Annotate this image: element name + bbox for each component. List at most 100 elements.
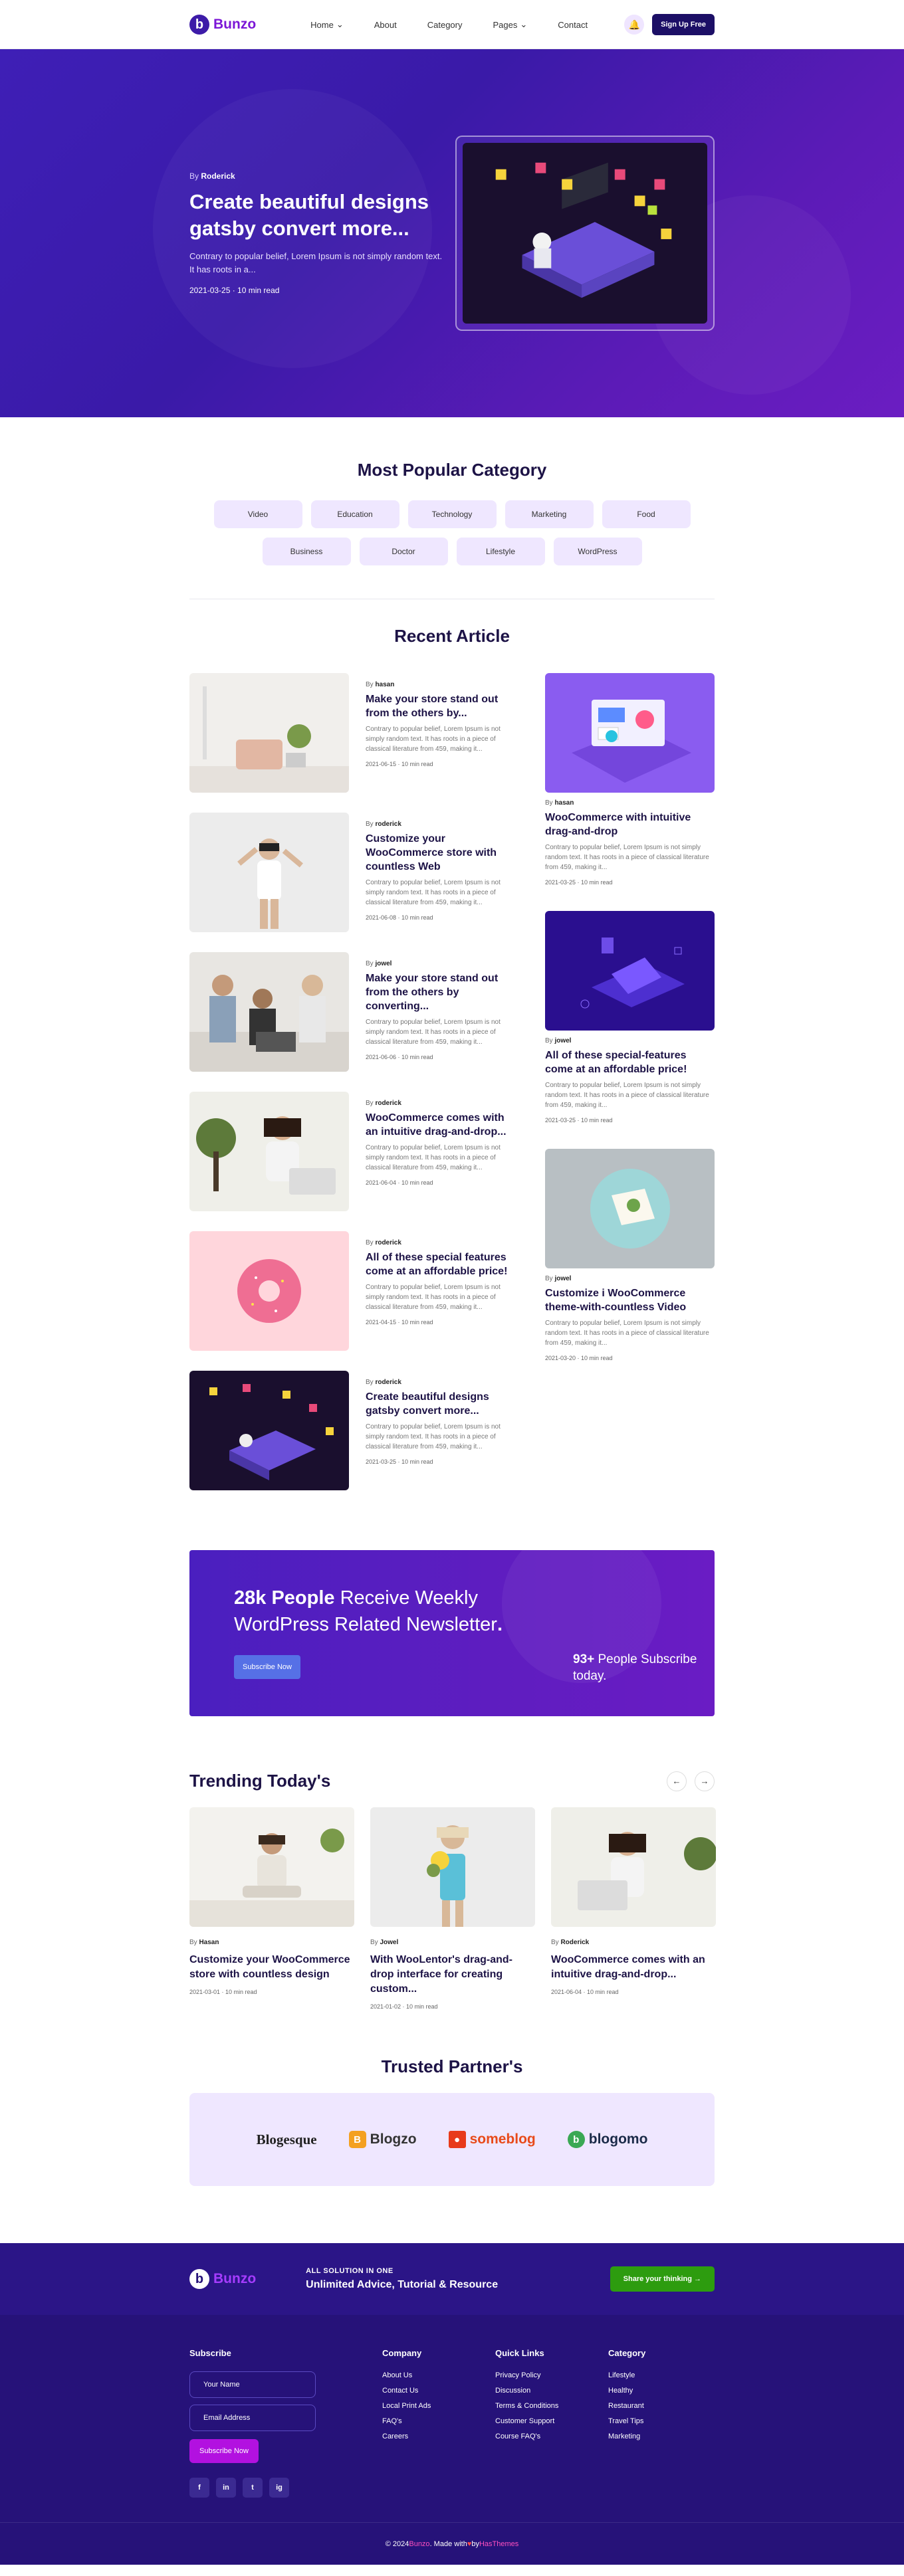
footer-link[interactable]: Customer Support (495, 2417, 608, 2425)
article-author: By roderick (366, 821, 401, 828)
partner-logo[interactable]: ● someblog (448, 2131, 536, 2148)
footer-link[interactable]: Marketing (608, 2432, 645, 2440)
trending-title-text[interactable]: With WooLentor's drag-and-drop interface… (370, 1953, 535, 1997)
footer-link[interactable]: Healthy (608, 2387, 645, 2395)
logo[interactable]: b Bunzo (189, 15, 256, 35)
article-author: By jowel (366, 960, 392, 967)
article-title[interactable]: Make your store stand out from the other… (366, 692, 515, 720)
article-image[interactable] (189, 813, 349, 932)
article-card[interactable]: By jowel Customize i WooCommerce theme-w… (545, 1149, 715, 1361)
partner-logo[interactable]: B Blogzo (348, 2131, 417, 2148)
article-meta: 2021-06-06 · 10 min read (366, 1054, 433, 1060)
article-excerpt: Contrary to popular belief, Lorem Ipsum … (545, 844, 709, 871)
email-input[interactable]: Email Address (189, 2405, 316, 2431)
hero-title[interactable]: Create beautiful designs gatsby convert … (189, 189, 449, 242)
category-lifestyle[interactable]: Lifestyle (456, 538, 545, 565)
name-input[interactable]: Your Name (189, 2371, 316, 2398)
article-title[interactable]: Create beautiful designs gatsby convert … (366, 1390, 515, 1418)
article-card[interactable]: By hasan Make your store stand out from … (189, 673, 515, 793)
footer-link[interactable]: Course FAQ's (495, 2432, 608, 2440)
nav-category[interactable]: Category (427, 19, 463, 30)
nav-contact[interactable]: Contact (558, 19, 588, 30)
article-image[interactable] (189, 1231, 349, 1351)
trending-title-text[interactable]: Customize your WooCommerce store with co… (189, 1953, 354, 1982)
category-technology[interactable]: Technology (407, 500, 497, 528)
article-title[interactable]: Customize i WooCommerce theme-with-count… (545, 1286, 715, 1314)
trending-card[interactable]: By Hasan Customize your WooCommerce stor… (189, 1807, 354, 2010)
footer-link[interactable]: FAQ's (382, 2417, 495, 2425)
category-heading: Category (608, 2348, 646, 2358)
twitter-icon[interactable]: t (243, 2478, 263, 2498)
category-doctor[interactable]: Doctor (359, 538, 448, 565)
nav-home[interactable]: Home ⌄ (310, 19, 344, 30)
article-card[interactable]: By roderick Customize your WooCommerce s… (189, 813, 515, 932)
article-title[interactable]: WooCommerce with intuitive drag-and-drop (545, 811, 715, 839)
footer-subscribe-button[interactable]: Subscribe Now (189, 2439, 259, 2463)
footer-link[interactable]: Discussion (495, 2387, 608, 2395)
footer-link[interactable]: Lifestyle (608, 2371, 645, 2379)
category-business[interactable]: Business (262, 538, 351, 565)
footer-link[interactable]: Privacy Policy (495, 2371, 608, 2379)
subscribe-now-button[interactable]: Subscribe Now (234, 1655, 300, 1679)
signup-button[interactable]: Sign Up Free (652, 14, 715, 35)
hero-section: By Roderick Create beautiful designs gat… (0, 49, 904, 417)
facebook-icon[interactable]: f (189, 2478, 209, 2498)
article-image[interactable] (189, 1092, 349, 1211)
partner-logo[interactable]: Blogesque (257, 2131, 317, 2148)
footer-link[interactable]: Terms & Conditions (495, 2402, 608, 2410)
footer-link[interactable]: About Us (382, 2371, 495, 2379)
article-author: By jowel (545, 1275, 572, 1282)
category-food[interactable]: Food (602, 500, 691, 528)
article-card[interactable]: By hasan WooCommerce with intuitive drag… (545, 673, 715, 886)
article-image[interactable] (545, 1149, 715, 1268)
article-title[interactable]: Make your store stand out from the other… (366, 971, 515, 1013)
bell-icon[interactable]: 🔔 (624, 15, 645, 35)
trending-image[interactable] (551, 1807, 716, 1927)
category-section: Most Popular Category Video Education Te… (189, 460, 715, 599)
trending-title-text[interactable]: WooCommerce comes with an intuitive drag… (551, 1953, 716, 1982)
trending-card[interactable]: By Roderick WooCommerce comes with an in… (551, 1807, 716, 2010)
arrow-left-icon[interactable]: ← (667, 1771, 687, 1791)
arrow-right-icon[interactable]: → (695, 1771, 715, 1791)
article-card[interactable]: By jowel All of these special-features c… (545, 911, 715, 1124)
article-title[interactable]: WooCommerce comes with an intuitive drag… (366, 1111, 515, 1139)
linkedin-icon[interactable]: in (216, 2478, 236, 2498)
partner-logo[interactable]: b blogomo (567, 2131, 647, 2148)
trending-image[interactable] (189, 1807, 354, 1927)
author-link[interactable]: HasThemes (479, 2540, 518, 2548)
footer-link[interactable]: Careers (382, 2432, 495, 2440)
article-title[interactable]: Customize your WooCommerce store with co… (366, 832, 515, 874)
footer-logo[interactable]: b Bunzo (189, 2269, 256, 2289)
nav-pages[interactable]: Pages ⌄ (493, 19, 527, 30)
share-thinking-button[interactable]: Share your thinking → (610, 2266, 715, 2292)
logo-text: Bunzo (213, 2271, 257, 2286)
article-meta: 2021-06-08 · 10 min read (366, 914, 433, 921)
footer-link[interactable]: Local Print Ads (382, 2402, 495, 2410)
chevron-down-icon: ⌄ (336, 19, 344, 29)
footer-link[interactable]: Restaurant (608, 2402, 645, 2410)
article-author: By roderick (366, 1239, 401, 1246)
article-image[interactable] (545, 911, 715, 1031)
article-card[interactable]: By roderick Create beautiful designs gat… (189, 1371, 515, 1490)
article-image[interactable] (189, 1371, 349, 1490)
article-title[interactable]: All of these special features come at an… (366, 1250, 515, 1278)
footer-link[interactable]: Travel Tips (608, 2417, 645, 2425)
article-card[interactable]: By roderick All of these special feature… (189, 1231, 515, 1351)
article-image[interactable] (189, 673, 349, 793)
footer-link[interactable]: Contact Us (382, 2387, 495, 2395)
nav-about[interactable]: About (374, 19, 397, 30)
article-image[interactable] (189, 952, 349, 1072)
hero-image[interactable] (455, 136, 715, 331)
article-title[interactable]: All of these special-features come at an… (545, 1048, 715, 1076)
article-excerpt: Contrary to popular belief, Lorem Ipsum … (366, 1284, 501, 1311)
trending-image[interactable] (370, 1807, 535, 1927)
category-wordpress[interactable]: WordPress (553, 538, 642, 565)
category-education[interactable]: Education (310, 500, 399, 528)
category-marketing[interactable]: Marketing (505, 500, 594, 528)
article-image[interactable] (545, 673, 715, 793)
category-video[interactable]: Video (213, 500, 302, 528)
article-card[interactable]: By jowel Make your store stand out from … (189, 952, 515, 1072)
instagram-icon[interactable]: ig (269, 2478, 289, 2498)
article-card[interactable]: By roderick WooCommerce comes with an in… (189, 1092, 515, 1211)
trending-card[interactable]: By Jowel With WooLentor's drag-and-drop … (370, 1807, 535, 2010)
